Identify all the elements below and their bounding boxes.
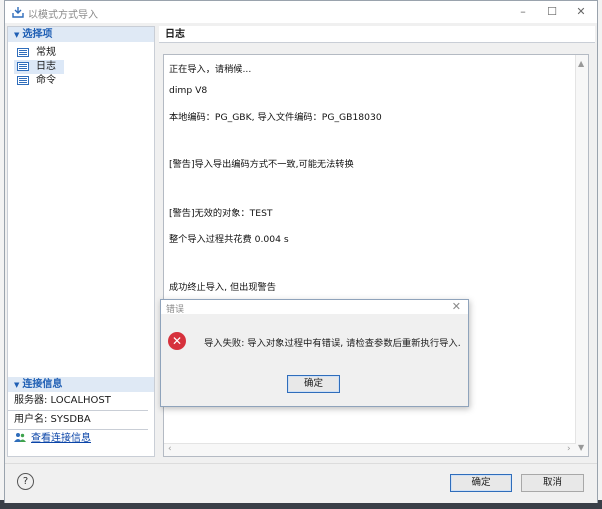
options-section-title: 选择项: [22, 29, 53, 40]
tree-item-general[interactable]: 常规: [14, 46, 154, 60]
log-vertical-scrollbar[interactable]: ▲ ▼: [575, 55, 588, 456]
user-info: 用户名: SYSDBA: [8, 411, 148, 430]
scroll-right-icon[interactable]: ›: [567, 444, 571, 454]
error-dialog-body: ✕ 导入失败: 导入对象过程中有错误, 请检查参数后重新执行导入. 确定: [161, 314, 468, 406]
tree-item-label: 日志: [36, 61, 56, 72]
error-dialog: 错误 ✕ ✕ 导入失败: 导入对象过程中有错误, 请检查参数后重新执行导入. 确…: [160, 299, 469, 407]
error-dialog-close-icon[interactable]: ✕: [452, 300, 461, 313]
view-connection-label: 查看连接信息: [31, 433, 91, 444]
log-line: 整个导入过程共花费 0.004 s: [169, 234, 289, 245]
log-line: 本地编码：PG_GBK, 导入文件编码：PG_GB18030: [169, 112, 382, 123]
connection-section-title: 连接信息: [22, 379, 63, 390]
scroll-down-icon[interactable]: ▼: [578, 443, 584, 452]
maximize-button[interactable]: ☐: [541, 4, 563, 20]
scroll-left-icon[interactable]: ‹: [168, 444, 172, 454]
page-icon: [17, 48, 29, 57]
tree-item-log[interactable]: 日志: [14, 60, 64, 74]
log-line: 成功终止导入, 但出现警告: [169, 282, 276, 293]
view-connection-link[interactable]: 查看连接信息: [8, 430, 148, 448]
log-line: [警告]导入导出编码方式不一致,可能无法转换: [169, 159, 354, 170]
users-icon: [14, 433, 26, 442]
cancel-button[interactable]: 取消: [521, 474, 584, 492]
tree-item-label: 常规: [36, 47, 56, 58]
error-icon: ✕: [168, 332, 186, 350]
left-panel: ▼ 选择项 常规 日志 命令 ▼ 连接信息 服务器: LOCALHOST 用户名: …: [7, 26, 155, 457]
dialog-footer: ? 确定 取消: [5, 463, 597, 503]
ok-button[interactable]: 确定: [450, 474, 512, 492]
scroll-up-icon[interactable]: ▲: [578, 59, 584, 68]
log-line: [警告]无效的对象：TEST: [169, 208, 273, 219]
chevron-down-icon: ▼: [14, 381, 20, 389]
chevron-down-icon: ▼: [14, 31, 20, 39]
help-icon[interactable]: ?: [17, 473, 34, 490]
import-app-icon: [12, 7, 24, 18]
import-window: 以模式方式导入 – ☐ ✕ ▼ 选择项 常规 日志 命令 ▼ 连接信息 服务器: L…: [4, 0, 598, 503]
tree-item-command[interactable]: 命令: [14, 74, 154, 88]
error-ok-button[interactable]: 确定: [287, 375, 340, 393]
error-message: 导入失败: 导入对象过程中有错误, 请检查参数后重新执行导入.: [204, 338, 461, 349]
page-icon: [17, 76, 29, 85]
log-horizontal-scrollbar[interactable]: ‹ ›: [164, 443, 576, 456]
options-section-header[interactable]: ▼ 选择项: [8, 27, 154, 42]
server-info: 服务器: LOCALHOST: [8, 392, 148, 411]
minimize-button[interactable]: –: [512, 4, 534, 20]
close-button[interactable]: ✕: [570, 4, 592, 20]
page-icon: [17, 62, 29, 71]
connection-section-header[interactable]: ▼ 连接信息: [8, 377, 154, 392]
connection-info: ▼ 连接信息 服务器: LOCALHOST 用户名: SYSDBA 查看连接信息: [8, 377, 154, 448]
log-line: dimp V8: [169, 85, 208, 96]
log-header: 日志: [159, 26, 595, 43]
window-title: 以模式方式导入: [28, 10, 98, 21]
log-line: 正在导入，请稍候...: [169, 64, 252, 75]
title-bar: 以模式方式导入 – ☐ ✕: [5, 1, 597, 23]
tree-item-label: 命令: [36, 75, 56, 86]
